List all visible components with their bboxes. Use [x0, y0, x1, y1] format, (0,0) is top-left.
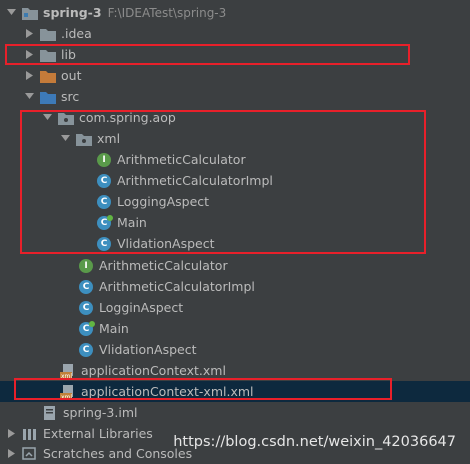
interface-icon: I — [96, 152, 112, 168]
tree-node-label: LogginAspect — [99, 300, 184, 315]
project-name: spring-3 — [43, 5, 102, 20]
tree-node-project-root[interactable]: spring-3 F:\IDEATest\spring-3 — [0, 2, 470, 23]
tree-node-src[interactable]: src — [0, 86, 470, 107]
tree-node-label: VlidationAspect — [99, 342, 197, 357]
folder-icon — [40, 26, 56, 42]
main-class-icon: C — [78, 320, 95, 337]
tree-node-xml-arithmetic-calculator[interactable]: I ArithmeticCalculator — [0, 149, 470, 170]
chevron-right-icon[interactable] — [6, 449, 16, 459]
tree-node-out[interactable]: out — [0, 65, 470, 86]
project-tree: spring-3 F:\IDEATest\spring-3 .idea lib — [0, 0, 470, 463]
class-icon: C — [78, 279, 94, 295]
class-icon: C — [96, 194, 112, 210]
tree-node-lib[interactable]: lib — [0, 44, 470, 65]
tree-node-package[interactable]: com.spring.aop — [0, 107, 470, 128]
tree-node-label: Main — [99, 321, 129, 336]
tree-node-label: ArithmeticCalculator — [99, 258, 228, 273]
tree-node-main[interactable]: C Main — [0, 318, 470, 339]
tree-node-label: .idea — [61, 26, 92, 41]
project-path: F:\IDEATest\spring-3 — [107, 5, 227, 20]
tree-node-label: com.spring.aop — [79, 110, 176, 125]
package-icon — [58, 110, 74, 126]
class-icon: C — [78, 300, 94, 316]
watermark-text: https://blog.csdn.net/weixin_42036647 — [173, 434, 456, 450]
xml-file-icon: xml — [60, 384, 76, 400]
tree-node-label: applicationContext.xml — [81, 363, 226, 378]
chevron-right-icon[interactable] — [24, 50, 34, 60]
tree-node-label: lib — [61, 47, 76, 62]
tree-node-label: VlidationAspect — [117, 236, 215, 251]
interface-icon: I — [78, 258, 94, 274]
tree-node-xml-logging-aspect[interactable]: C LoggingAspect — [0, 191, 470, 212]
chevron-down-icon[interactable] — [24, 92, 34, 102]
chevron-right-icon[interactable] — [6, 429, 16, 439]
tree-node-label: src — [61, 89, 80, 104]
tree-node-label: LoggingAspect — [117, 194, 210, 209]
scratches-icon — [22, 446, 38, 462]
main-class-icon: C — [96, 214, 113, 231]
tree-node-vlidation-aspect[interactable]: C VlidationAspect — [0, 339, 470, 360]
chevron-right-icon[interactable] — [24, 29, 34, 39]
svg-text:xml: xml — [61, 373, 72, 379]
tree-node-xml-main[interactable]: C Main — [0, 212, 470, 233]
tree-node-xml-folder[interactable]: xml — [0, 128, 470, 149]
xml-file-icon: xml — [60, 363, 76, 379]
class-icon: C — [78, 342, 94, 358]
tree-node-label: ArithmeticCalculatorImpl — [99, 279, 255, 294]
iml-file-icon — [42, 405, 58, 421]
tree-node-xml-arithmetic-calculator-impl[interactable]: C ArithmeticCalculatorImpl — [0, 170, 470, 191]
tree-node-label: ArithmeticCalculator — [117, 152, 246, 167]
tree-node-label: Scratches and Consoles — [43, 446, 193, 461]
class-icon: C — [96, 236, 112, 252]
excluded-folder-icon — [40, 68, 56, 84]
tree-node-idea[interactable]: .idea — [0, 23, 470, 44]
chevron-down-icon[interactable] — [60, 134, 70, 144]
svg-text:xml: xml — [61, 394, 72, 400]
chevron-down-icon[interactable] — [6, 8, 16, 18]
folder-icon — [40, 47, 56, 63]
tree-node-xml-vlidation-aspect[interactable]: C VlidationAspect — [0, 233, 470, 254]
tree-node-application-context[interactable]: xml applicationContext.xml — [0, 360, 470, 381]
tree-node-label: out — [61, 68, 82, 83]
tree-node-iml[interactable]: spring-3.iml — [0, 402, 470, 423]
tree-node-arithmetic-calculator[interactable]: I ArithmeticCalculator — [0, 255, 470, 276]
tree-node-label: Main — [117, 215, 147, 230]
tree-node-loggin-aspect[interactable]: C LogginAspect — [0, 297, 470, 318]
tree-node-arithmetic-calculator-impl[interactable]: C ArithmeticCalculatorImpl — [0, 276, 470, 297]
tree-node-label: xml — [97, 131, 121, 146]
module-folder-icon — [22, 5, 38, 21]
source-folder-icon — [40, 89, 56, 105]
chevron-right-icon[interactable] — [24, 71, 34, 81]
package-icon — [76, 131, 92, 147]
tree-node-label: spring-3.iml — [63, 405, 138, 420]
tree-node-label: External Libraries — [43, 426, 153, 441]
library-icon — [22, 426, 38, 442]
class-icon: C — [96, 173, 112, 189]
chevron-down-icon[interactable] — [42, 113, 52, 123]
tree-node-label: applicationContext-xml.xml — [81, 384, 254, 399]
tree-node-label: ArithmeticCalculatorImpl — [117, 173, 273, 188]
tree-node-application-context-xml[interactable]: xml applicationContext-xml.xml — [0, 381, 470, 402]
